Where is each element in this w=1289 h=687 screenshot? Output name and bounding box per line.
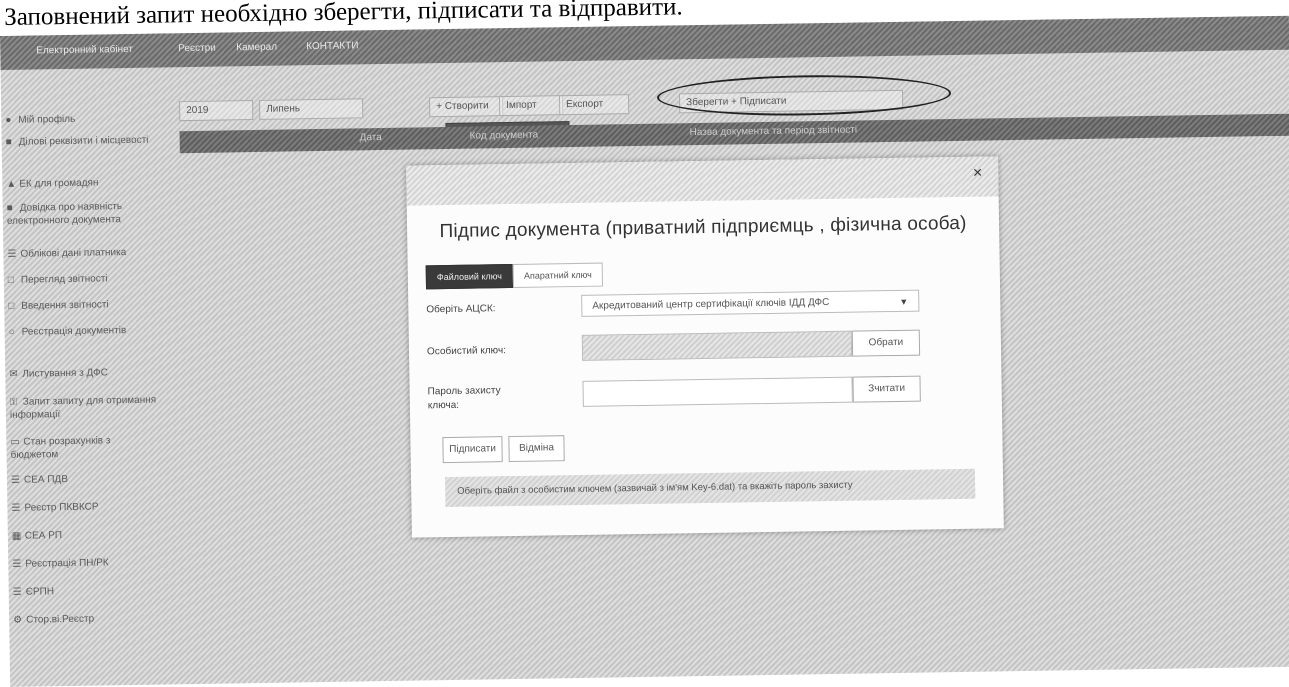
column-name: Назва документа та період звітності bbox=[689, 124, 858, 139]
info-message: Оберіть файл з особистим ключем (зазвича… bbox=[444, 468, 976, 508]
year-select[interactable]: 2019 bbox=[179, 100, 254, 122]
import-button[interactable]: Імпорт bbox=[499, 95, 564, 117]
chevron-down-icon: ▼ bbox=[899, 296, 909, 307]
sidebar-item-doc-registration[interactable]: ○ Реєстрація документів bbox=[9, 324, 159, 339]
screenshot-area: Електронний кабінет Реєстри Камерал КОНТ… bbox=[0, 15, 1289, 687]
sidebar-item-register-pkvksr[interactable]: ☰ Реєстр ПКВКСР bbox=[11, 500, 161, 515]
export-button[interactable]: Експорт bbox=[558, 94, 630, 116]
acsk-select[interactable]: Акредитований центр сертифікації ключів … bbox=[581, 289, 920, 317]
nav-item-contacts[interactable]: КОНТАКТИ bbox=[306, 40, 358, 52]
sidebar-item-erpn[interactable]: ☰ ЄРПН bbox=[13, 584, 163, 599]
nav-item-registers[interactable]: Реєстри bbox=[178, 43, 216, 55]
sidebar-item-register[interactable]: ⚙ Стор.ві.Реєстр bbox=[13, 612, 163, 627]
sidebar-item-sea-rp[interactable]: ▦ СЕА РП bbox=[12, 528, 162, 543]
list-icon: ☰ bbox=[7, 248, 17, 260]
nav-item-kameral[interactable]: Камерал bbox=[236, 42, 277, 54]
column-code: Код документа bbox=[469, 129, 539, 142]
period-select[interactable]: Липень bbox=[259, 98, 364, 120]
private-key-field[interactable] bbox=[581, 330, 853, 361]
key-icon: ⚿ bbox=[9, 396, 18, 408]
document-icon: ○ bbox=[8, 326, 15, 338]
read-key-button[interactable]: Зчитати bbox=[852, 375, 921, 403]
sidebar: ● Мій профіль ■ Ділові реквізити і місцево… bbox=[1, 71, 181, 687]
sidebar-item-budget-settlements[interactable]: ▭ Стан розрахунків з бюджетом bbox=[10, 434, 160, 462]
nav-item-cabinet[interactable]: Електронний кабінет bbox=[36, 44, 133, 57]
dialog-header: × bbox=[406, 156, 999, 206]
sign-dialog: × Підпис документа (приватний підприємць… bbox=[406, 156, 1004, 538]
sign-button[interactable]: Підписати bbox=[442, 436, 503, 464]
gear-icon: ⚙ bbox=[13, 614, 23, 626]
create-button[interactable]: + Створити bbox=[429, 96, 504, 118]
cancel-button[interactable]: Відміна bbox=[508, 435, 565, 463]
user-icon: ● bbox=[5, 114, 12, 126]
column-date: Дата bbox=[359, 132, 382, 144]
sidebar-item-enter-reports[interactable]: □ Введення звітності bbox=[8, 298, 158, 313]
sidebar-item-account-data[interactable]: ☰ Облікові дані платника bbox=[7, 246, 157, 261]
document-icon: ■ bbox=[6, 202, 13, 214]
document-icon: ▭ bbox=[10, 436, 20, 448]
close-icon[interactable]: × bbox=[973, 165, 983, 183]
key-type-tabs: Файловий ключ Апаратний ключ bbox=[425, 262, 603, 290]
mail-icon: ✉ bbox=[9, 368, 18, 380]
password-field[interactable] bbox=[582, 376, 853, 407]
sidebar-item-correspondence[interactable]: ✉ Листування з ДФС bbox=[9, 366, 159, 381]
choose-file-button[interactable]: Обрати bbox=[851, 329, 921, 357]
inbox-icon: □ bbox=[8, 300, 15, 312]
sidebar-item-citizens[interactable]: ▲ ЕК для громадян bbox=[6, 176, 156, 191]
list-icon: ☰ bbox=[12, 558, 22, 570]
sidebar-item-info-request[interactable]: ⚿ Запит запиту для отримання інформації bbox=[10, 394, 160, 422]
sidebar-item-requisites[interactable]: ■ Ділові реквізити і місцевості bbox=[6, 134, 156, 149]
person-icon: ▲ bbox=[6, 178, 17, 190]
private-key-label: Особистий ключ: bbox=[426, 345, 506, 358]
tab-hardware-key[interactable]: Апаратний ключ bbox=[512, 262, 603, 288]
password-label: Пароль захисту ключа: bbox=[427, 385, 501, 412]
list-icon: ▦ bbox=[11, 530, 22, 542]
sidebar-item-sea-pdv[interactable]: ☰ СЕА ПДВ bbox=[11, 472, 161, 487]
acsk-label: Оберіть АЦСК: bbox=[426, 303, 496, 316]
list-icon: ☰ bbox=[11, 502, 21, 514]
list-icon: ☰ bbox=[10, 474, 21, 486]
sidebar-item-pn-rk[interactable]: ☰ Реєстрація ПН/РК bbox=[12, 556, 162, 571]
sidebar-item-view-reports[interactable]: □ Перегляд звітності bbox=[8, 272, 158, 287]
sidebar-item-certificate[interactable]: ■ Довідка про наявність електронного доку… bbox=[7, 200, 157, 228]
list-icon: ☰ bbox=[12, 586, 22, 598]
inbox-icon: □ bbox=[7, 274, 14, 286]
dialog-title: Підпис документа (приватний підприємць ,… bbox=[439, 212, 967, 243]
document-icon: ■ bbox=[5, 136, 12, 148]
tab-file-key[interactable]: Файловий ключ bbox=[425, 263, 514, 290]
sidebar-item-profile[interactable]: ● Мій профіль bbox=[5, 112, 155, 127]
